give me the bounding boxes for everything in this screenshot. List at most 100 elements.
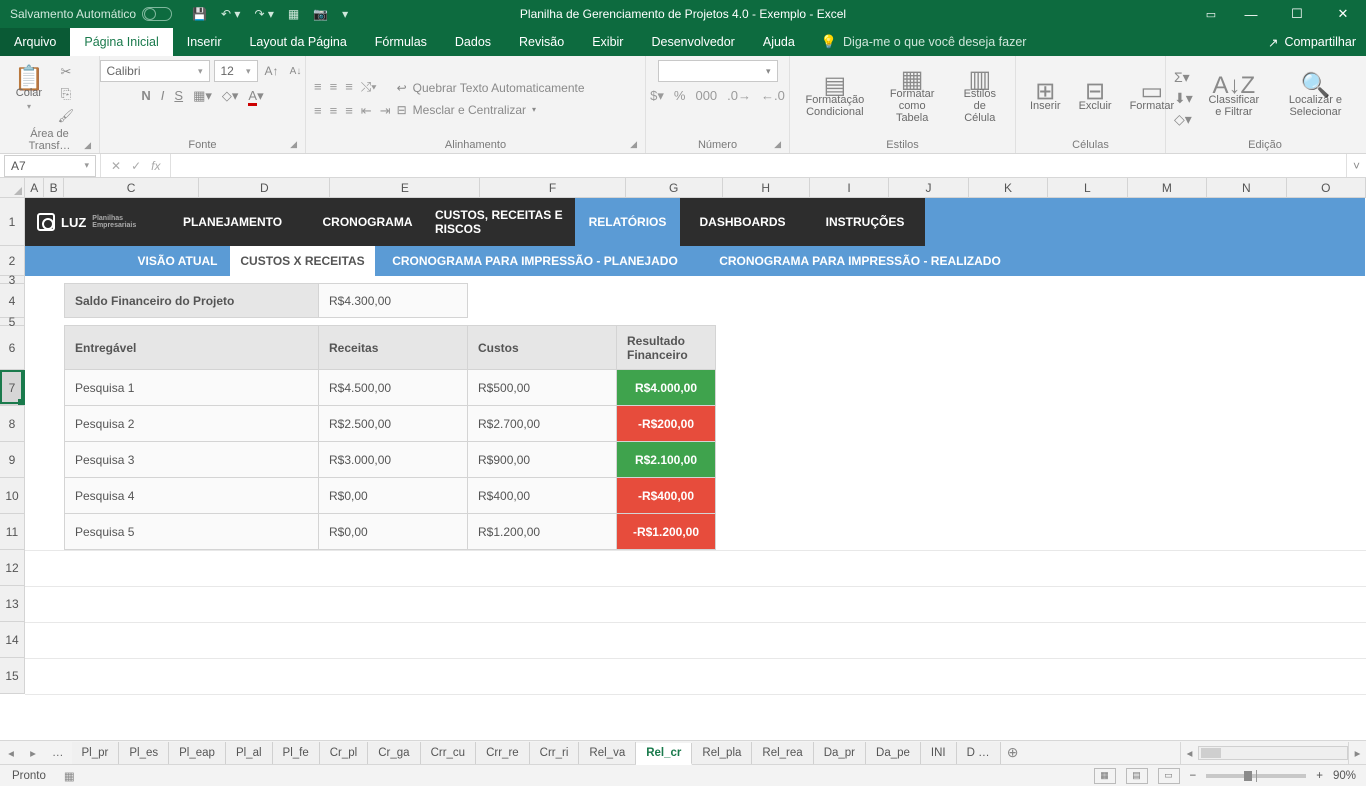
grow-font-icon[interactable]: A↑ xyxy=(262,61,282,81)
tab-home[interactable]: Página Inicial xyxy=(70,28,172,56)
sheet-nav-more[interactable]: … xyxy=(44,747,72,759)
tab-data[interactable]: Dados xyxy=(441,28,505,56)
tab-layout[interactable]: Layout da Página xyxy=(235,28,360,56)
column-header[interactable]: B xyxy=(44,178,63,197)
sheet-tab[interactable]: Pl_fe xyxy=(273,742,320,764)
cell-custos[interactable]: R$900,00 xyxy=(467,441,617,478)
zoom-out-button[interactable]: − xyxy=(1190,770,1197,782)
tab-view[interactable]: Exibir xyxy=(578,28,637,56)
tab-formulas[interactable]: Fórmulas xyxy=(361,28,441,56)
new-sheet-button[interactable]: ⊕ xyxy=(1001,744,1025,761)
column-header[interactable]: A xyxy=(25,178,44,197)
cell-receitas[interactable]: R$2.500,00 xyxy=(318,405,468,442)
sheet-tab[interactable]: Cr_ga xyxy=(368,742,420,764)
nav-dashboards[interactable]: DASHBOARDS xyxy=(680,198,805,246)
row-header[interactable]: 10 xyxy=(0,478,25,514)
zoom-slider[interactable] xyxy=(1206,774,1306,778)
cell-styles-button[interactable]: ▥Estilos de Célula xyxy=(953,72,1007,126)
worksheet-grid[interactable]: ABCDEFGHIJKLMNO 123456789101112131415 LU… xyxy=(0,178,1366,740)
column-header[interactable]: L xyxy=(1048,178,1127,197)
column-headers[interactable]: ABCDEFGHIJKLMNO xyxy=(25,178,1366,198)
copy-icon[interactable]: ⎘ xyxy=(56,84,76,104)
indent-inc-icon[interactable]: ⇥ xyxy=(380,103,391,119)
minimize-button[interactable]: — xyxy=(1228,0,1274,28)
format-as-table-button[interactable]: ▦Formatar como Tabela xyxy=(878,72,947,126)
cell-resultado[interactable]: -R$400,00 xyxy=(616,477,716,514)
cell-custos[interactable]: R$500,00 xyxy=(467,369,617,406)
paste-button[interactable]: 📋 Colar ▾ xyxy=(8,71,50,115)
sheet-nav-next[interactable]: ▸ xyxy=(22,746,44,760)
subnav-visao-atual[interactable]: VISÃO ATUAL xyxy=(125,246,230,276)
indent-dec-icon[interactable]: ⇤ xyxy=(361,103,372,119)
nav-instrucoes[interactable]: INSTRUÇÕES xyxy=(805,198,925,246)
ribbon-options-icon[interactable]: ▭ xyxy=(1194,0,1228,28)
nav-cronograma[interactable]: CRONOGRAMA xyxy=(300,198,435,246)
camera-icon[interactable]: 📷 xyxy=(313,7,328,21)
row-header[interactable]: 13 xyxy=(0,586,25,622)
row-header[interactable]: 6 xyxy=(0,326,25,370)
sheet-tab[interactable]: INI xyxy=(921,742,957,764)
column-header[interactable]: H xyxy=(723,178,810,197)
column-header[interactable]: F xyxy=(480,178,625,197)
subnav-cronograma-planejado[interactable]: CRONOGRAMA PARA IMPRESSÃO - PLANEJADO xyxy=(375,246,695,276)
redo-icon[interactable]: ↷ ▾ xyxy=(254,7,273,21)
font-color-icon[interactable]: A▾ xyxy=(248,88,263,104)
cell-custos[interactable]: R$2.700,00 xyxy=(467,405,617,442)
comma-icon[interactable]: 000 xyxy=(695,88,717,104)
row-header[interactable]: 12 xyxy=(0,550,25,586)
scroll-track[interactable] xyxy=(1198,746,1348,760)
row-header[interactable]: 2 xyxy=(0,246,25,276)
view-normal-icon[interactable]: ▦ xyxy=(1094,768,1116,784)
column-header[interactable]: E xyxy=(330,178,480,197)
cell-receitas[interactable]: R$4.500,00 xyxy=(318,369,468,406)
maximize-button[interactable]: ☐ xyxy=(1274,0,1320,28)
sheet-nav-prev[interactable]: ◂ xyxy=(0,746,22,760)
cell-resultado[interactable]: R$2.100,00 xyxy=(616,441,716,478)
dialog-launcher-icon[interactable]: ◢ xyxy=(84,140,91,151)
fx-icon[interactable]: fx xyxy=(151,159,160,173)
bold-icon[interactable]: N xyxy=(141,88,150,104)
tab-review[interactable]: Revisão xyxy=(505,28,578,56)
dialog-launcher-icon[interactable]: ◢ xyxy=(774,139,781,150)
column-header[interactable]: J xyxy=(889,178,968,197)
row-header[interactable]: 1 xyxy=(0,198,25,246)
font-name-combo[interactable]: Calibri▾ xyxy=(100,60,210,82)
sheet-tab[interactable]: Crr_ri xyxy=(530,742,580,764)
align-center-icon[interactable]: ≡ xyxy=(330,103,338,119)
dialog-launcher-icon[interactable]: ◢ xyxy=(630,139,637,150)
row-header[interactable]: 9 xyxy=(0,442,25,478)
align-right-icon[interactable]: ≡ xyxy=(345,103,353,119)
nav-planejamento[interactable]: PLANEJAMENTO xyxy=(165,198,300,246)
decrease-decimal-icon[interactable]: ←.0 xyxy=(761,88,785,104)
sheet-tab[interactable]: Rel_rea xyxy=(752,742,813,764)
tab-file[interactable]: Arquivo xyxy=(0,28,70,56)
cell-resultado[interactable]: -R$200,00 xyxy=(616,405,716,442)
row-header[interactable]: 3 xyxy=(0,276,25,284)
cell-entregavel[interactable]: Pesquisa 4 xyxy=(64,477,319,514)
sheet-tab[interactable]: Pl_al xyxy=(226,742,273,764)
enter-icon[interactable]: ✓ xyxy=(131,159,141,173)
sheet-tab[interactable]: Crr_re xyxy=(476,742,530,764)
cell-entregavel[interactable]: Pesquisa 2 xyxy=(64,405,319,442)
sheet-tab[interactable]: Rel_pla xyxy=(692,742,752,764)
row-header[interactable]: 11 xyxy=(0,514,25,550)
horizontal-scrollbar[interactable]: ◂ ▸ xyxy=(1180,742,1366,764)
scroll-right-icon[interactable]: ▸ xyxy=(1348,742,1366,764)
delete-cells-button[interactable]: ⊟Excluir xyxy=(1073,84,1118,114)
format-painter-icon[interactable]: 🖌 xyxy=(56,106,76,126)
save-icon[interactable]: 💾 xyxy=(192,7,207,21)
cell-custos[interactable]: R$400,00 xyxy=(467,477,617,514)
row-headers[interactable]: 123456789101112131415 xyxy=(0,198,25,694)
column-header[interactable]: N xyxy=(1207,178,1286,197)
quickprint-icon[interactable]: ▦ xyxy=(288,7,299,21)
sheet-tab[interactable]: Rel_cr xyxy=(636,743,692,765)
tab-help[interactable]: Ajuda xyxy=(749,28,809,56)
cell-entregavel[interactable]: Pesquisa 5 xyxy=(64,513,319,550)
tab-developer[interactable]: Desenvolvedor xyxy=(637,28,748,56)
align-top-icon[interactable]: ≡ xyxy=(314,79,322,95)
fill-icon[interactable]: ⬇▾ xyxy=(1174,90,1193,107)
subnav-cronograma-realizado[interactable]: CRONOGRAMA PARA IMPRESSÃO - REALIZADO xyxy=(695,246,1025,276)
zoom-thumb[interactable] xyxy=(1244,771,1252,781)
row-header[interactable]: 5 xyxy=(0,318,25,326)
border-icon[interactable]: ▦▾ xyxy=(193,88,212,104)
